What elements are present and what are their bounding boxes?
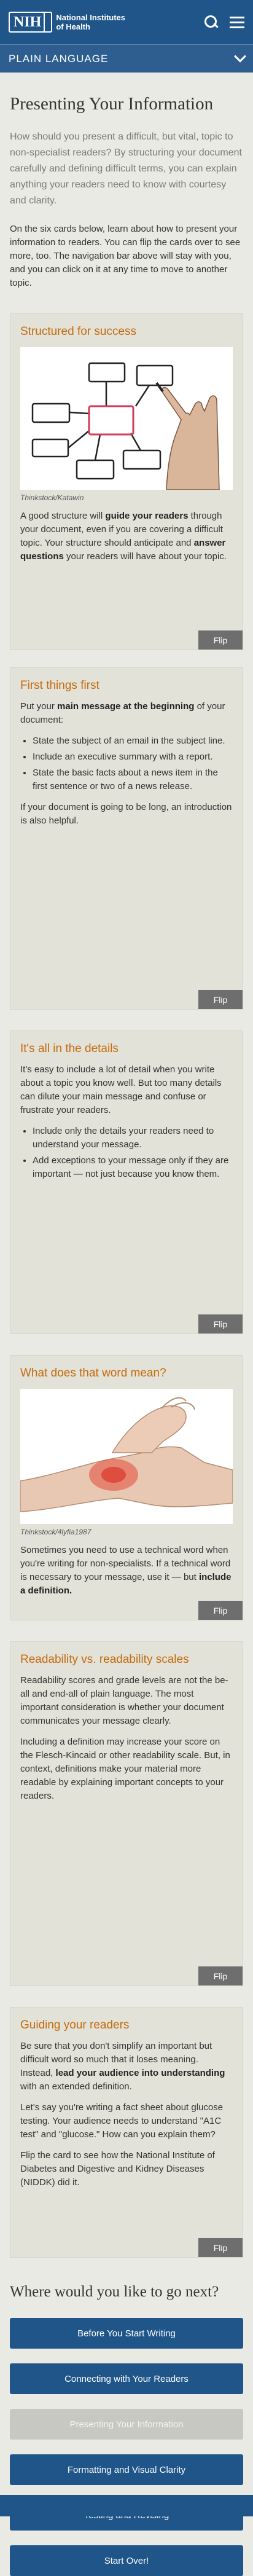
nav-start-over[interactable]: Start Over! bbox=[10, 2545, 243, 2576]
card-structured-for-success: Structured for success Thinkstock/Katawi… bbox=[10, 313, 243, 650]
card-body: A good structure will guide your readers… bbox=[20, 511, 227, 562]
section-nav-toggle[interactable]: PLAIN LANGUAGE bbox=[0, 44, 253, 73]
card-title: Readability vs. readability scales bbox=[20, 1653, 189, 1666]
menu-icon[interactable] bbox=[230, 16, 244, 28]
card-all-in-the-details: It's all in the details It's easy to inc… bbox=[10, 1031, 243, 1334]
nav-presenting-information-current: Presenting Your Information bbox=[10, 2409, 243, 2440]
card-body: Readability scores and grade levels are … bbox=[20, 1675, 228, 1726]
card-readability: Readability vs. readability scales Reada… bbox=[10, 1641, 243, 1986]
card-guiding-readers: Guiding your readers Be sure that you do… bbox=[10, 2007, 243, 2258]
flip-button[interactable]: Flip bbox=[198, 2238, 243, 2257]
list-item: State the subject of an email in the sub… bbox=[33, 734, 233, 748]
card-body: Put your main message at the beginning o… bbox=[20, 701, 225, 725]
card-list: Include only the details your readers ne… bbox=[20, 1125, 233, 1181]
lead-paragraph: How should you present a difficult, but … bbox=[10, 132, 242, 206]
flip-button[interactable]: Flip bbox=[198, 1601, 243, 1620]
flip-button[interactable]: Flip bbox=[198, 630, 243, 650]
card-title: What does that word mean? bbox=[20, 1367, 166, 1380]
nih-logo-mark: NIH bbox=[9, 12, 53, 33]
image-credit: Thinkstock/Katawin bbox=[20, 493, 84, 502]
logo-line-2: of Health bbox=[56, 22, 90, 31]
card-title: First things first bbox=[20, 679, 99, 692]
card-word-meaning: What does that word mean? Thinkstock/4ly… bbox=[10, 1355, 243, 1620]
next-nav: Before You Start Writing Connecting with… bbox=[10, 2318, 243, 2576]
card-body: Be sure that you don't simplify an impor… bbox=[20, 2041, 225, 2092]
card-title: Structured for success bbox=[20, 325, 137, 338]
chevron-down-icon bbox=[234, 50, 246, 63]
card-title: It's all in the details bbox=[20, 1042, 119, 1055]
list-item: State the basic facts about a news item … bbox=[33, 766, 233, 793]
card-body-2: Let's say you're writing a fact sheet ab… bbox=[20, 2102, 224, 2140]
list-item: Include an executive summary with a repo… bbox=[33, 750, 233, 764]
nav-formatting-visual-clarity[interactable]: Formatting and Visual Clarity bbox=[10, 2454, 243, 2485]
card-body-3: Flip the card to see how the National In… bbox=[20, 2150, 215, 2188]
logo-line-1: National Institutes bbox=[56, 13, 126, 22]
wrist-pain-image bbox=[20, 1389, 233, 1524]
image-credit: Thinkstock/4lyfia1987 bbox=[20, 1528, 91, 1536]
card-body: It's easy to include a lot of detail whe… bbox=[20, 1064, 222, 1115]
list-item: Include only the details your readers ne… bbox=[33, 1125, 233, 1152]
card-closing: If your document is going to be long, an… bbox=[20, 802, 232, 826]
search-icon[interactable] bbox=[204, 15, 219, 29]
list-item: Add exceptions to your message only if t… bbox=[33, 1154, 233, 1181]
flip-button[interactable]: Flip bbox=[198, 1314, 243, 1333]
card-first-things-first: First things first Put your main message… bbox=[10, 667, 243, 1010]
page-title: Presenting Your Information bbox=[10, 94, 214, 114]
structure-diagram-image bbox=[20, 347, 233, 490]
card-body: Sometimes you need to use a technical wo… bbox=[20, 1545, 232, 1596]
next-section-title: Where would you like to go next? bbox=[10, 2283, 219, 2300]
nav-before-you-start-writing[interactable]: Before You Start Writing bbox=[10, 2318, 243, 2349]
nih-logo[interactable]: NIH National Institutes of Health bbox=[9, 12, 125, 33]
flip-button[interactable]: Flip bbox=[198, 990, 243, 1009]
card-title: Guiding your readers bbox=[20, 2019, 130, 2032]
nav-connecting-with-readers[interactable]: Connecting with Your Readers bbox=[10, 2363, 243, 2394]
flip-button[interactable]: Flip bbox=[198, 1966, 243, 1985]
footer-bar bbox=[0, 2495, 253, 2516]
intro-paragraph: On the six cards below, learn about how … bbox=[10, 224, 241, 288]
card-body-2: Including a definition may increase your… bbox=[20, 1737, 230, 1801]
section-title: PLAIN LANGUAGE bbox=[9, 52, 109, 65]
site-header: NIH National Institutes of Health bbox=[0, 0, 253, 44]
card-list: State the subject of an email in the sub… bbox=[20, 734, 233, 793]
